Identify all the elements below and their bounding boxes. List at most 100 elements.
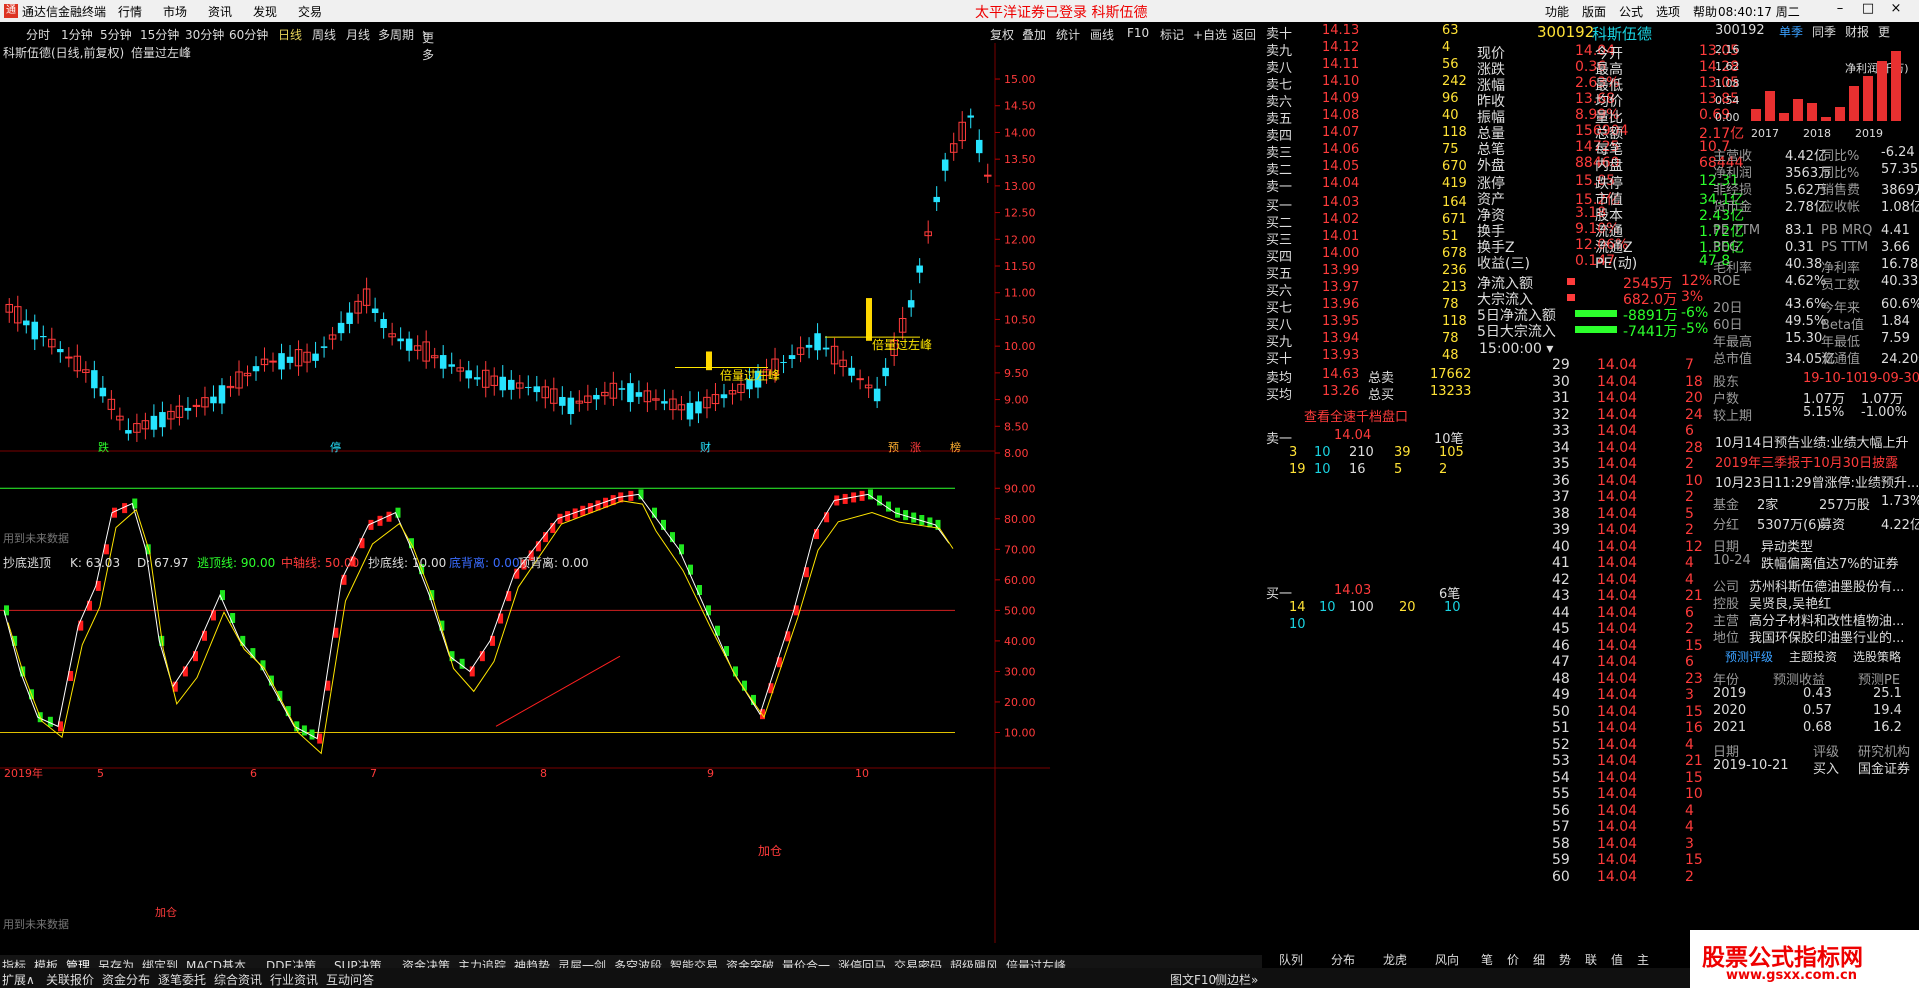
- side-tab[interactable]: 价: [1507, 951, 1519, 968]
- tick-row-cell: 14.04: [1597, 637, 1638, 654]
- close-icon[interactable]: ×: [1886, 1, 1906, 20]
- info-tab[interactable]: 扩展∧: [2, 971, 35, 988]
- period-fenshi[interactable]: 分时: [26, 26, 50, 43]
- menu-zixun[interactable]: 资讯: [208, 3, 232, 20]
- ask-row-cell: 14.07: [1322, 125, 1360, 140]
- btn-diejia[interactable]: 叠加: [1022, 26, 1046, 43]
- f10-tab[interactable]: 同季: [1812, 23, 1836, 40]
- price-tick-label: 14.50: [1004, 100, 1036, 113]
- side-tab[interactable]: 笔: [1481, 951, 1493, 968]
- side-tab[interactable]: 细: [1533, 951, 1545, 968]
- kd-bar: [688, 564, 693, 575]
- forecast-tab[interactable]: 预测评级: [1725, 648, 1773, 665]
- f10-tab-bottom[interactable]: 图文F10: [1170, 971, 1216, 988]
- ask-row: 卖十 14.13 63: [1264, 23, 1475, 42]
- f10-news: 10月23日11:29曾涨停:业绩预升...: [1715, 476, 1919, 491]
- info-tab[interactable]: 资金分布: [102, 971, 150, 988]
- flow-pct: -6%: [1681, 305, 1709, 321]
- candle-body: [99, 387, 107, 397]
- tick-row-cell: 53: [1552, 753, 1570, 769]
- candle-body: [286, 356, 294, 363]
- period-60min[interactable]: 60分钟: [229, 26, 268, 43]
- ask-row-cell: 14.10: [1322, 74, 1360, 89]
- forecast-tab[interactable]: 选股策略: [1853, 648, 1901, 665]
- menu-formula[interactable]: 公式: [1619, 3, 1643, 20]
- btn-huaxian[interactable]: 画线: [1090, 26, 1114, 43]
- side-tab[interactable]: 势: [1559, 951, 1571, 968]
- info-tab[interactable]: 互动问答: [326, 971, 374, 988]
- period-multi[interactable]: 多周期: [378, 26, 414, 43]
- forecast-head: 年份 预测收益 预测PE: [1713, 669, 1919, 688]
- mini-bar: [1807, 103, 1817, 121]
- candle-body: [210, 396, 217, 404]
- tick-row: 41 14.04 4: [1477, 555, 1711, 573]
- k-line: [3, 493, 950, 740]
- forecast-tab[interactable]: 主题投资: [1789, 648, 1837, 665]
- candle-body: [337, 322, 345, 334]
- maximize-icon[interactable]: □: [1858, 1, 1878, 20]
- forecast-row: 2019 0.43 25.1: [1713, 686, 1919, 704]
- menu-function[interactable]: 功能: [1545, 3, 1569, 20]
- period-30min[interactable]: 30分钟: [185, 26, 224, 43]
- f10-tab[interactable]: 财报: [1845, 23, 1869, 40]
- candle-body: [397, 338, 404, 342]
- menu-faxian[interactable]: 发现: [253, 3, 277, 20]
- side-tab[interactable]: 主: [1637, 951, 1649, 968]
- mini-bar: [1751, 109, 1761, 121]
- panel-tab[interactable]: 风向: [1435, 951, 1459, 968]
- indicator-header: 抄底逃顶 K: 63.03 D: 67.97 逃顶线: 90.00 中轴线: 5…: [3, 555, 589, 570]
- tick-row-cell: 32: [1552, 406, 1570, 423]
- f10-tab[interactable]: 单季: [1779, 23, 1803, 40]
- f10-fin-row-cell: 货币金: [1713, 200, 1753, 215]
- ind-tick-label: 20.00: [1004, 696, 1036, 709]
- f10-tab[interactable]: 更: [1878, 23, 1890, 40]
- period-weekly[interactable]: 周线: [312, 26, 336, 43]
- period-daily[interactable]: 日线: [278, 26, 302, 43]
- btn-zixuan[interactable]: +自选: [1193, 26, 1227, 43]
- avg-row-cell: 13.26: [1322, 384, 1360, 399]
- period-1min[interactable]: 1分钟: [61, 26, 93, 43]
- btn-fuquan[interactable]: 复权: [990, 26, 1014, 43]
- tick-row: 42 14.04 4: [1477, 572, 1711, 590]
- menu-layout[interactable]: 版面: [1582, 3, 1606, 20]
- btn-f10[interactable]: F10: [1127, 26, 1149, 40]
- minimize-icon[interactable]: –: [1830, 1, 1850, 20]
- btn-back[interactable]: 返回: [1232, 26, 1256, 43]
- info-tab[interactable]: 行业资讯: [270, 971, 318, 988]
- btn-biaoji[interactable]: 标记: [1160, 26, 1184, 43]
- period-15min[interactable]: 15分钟: [140, 26, 179, 43]
- tick-row: 57 14.04 4: [1477, 819, 1711, 837]
- add-position-label: 加仓: [758, 844, 782, 858]
- period-monthly[interactable]: 月线: [346, 26, 370, 43]
- menu-jiaoyi[interactable]: 交易: [298, 3, 322, 20]
- bid-row: 买九 13.94 78: [1264, 331, 1475, 350]
- tick-row-cell: 34: [1552, 439, 1570, 456]
- tick-row-cell: 14.04: [1597, 769, 1638, 786]
- menu-options[interactable]: 选项: [1656, 3, 1680, 20]
- tick-row: 35 14.04 2: [1477, 456, 1711, 474]
- f10-fin-row: 货币金 2.78亿 应收帐 1.08亿: [1713, 196, 1919, 215]
- full-depth-link[interactable]: 查看全速千档盘口: [1304, 406, 1408, 425]
- info-tab[interactable]: 综合资讯: [214, 971, 262, 988]
- kd-bar: [715, 625, 720, 636]
- kline-chart[interactable]: 科斯伍德(日线,前复权) 倍量过左峰 用到未来数据 15.00 14.50 14.0…: [0, 43, 1262, 943]
- side-tab[interactable]: 值: [1611, 951, 1623, 968]
- menu-help[interactable]: 帮助: [1693, 3, 1717, 20]
- mini-year: 2019: [1855, 127, 1883, 140]
- info-tab[interactable]: 关联报价: [46, 971, 94, 988]
- sidebar-toggle[interactable]: 侧边栏»: [1215, 971, 1258, 988]
- period-more[interactable]: 更多 ›: [422, 26, 434, 62]
- panel-tab[interactable]: 队列: [1279, 951, 1303, 968]
- f10-fin-row-cell: 应收帐: [1821, 200, 1861, 215]
- side-tab[interactable]: 联: [1585, 951, 1597, 968]
- btn-tongji[interactable]: 统计: [1056, 26, 1080, 43]
- candle-body: [159, 412, 166, 428]
- panel-tab[interactable]: 龙虎: [1383, 951, 1407, 968]
- ask-row-cell: 14.04: [1322, 176, 1360, 191]
- info-tab[interactable]: 逐笔委托: [158, 971, 206, 988]
- candle-body: [882, 367, 889, 377]
- panel-tab[interactable]: 分布: [1331, 951, 1355, 968]
- period-5min[interactable]: 5分钟: [100, 26, 132, 43]
- menu-hangqing[interactable]: 行情: [118, 3, 142, 20]
- menu-shichang[interactable]: 市场: [163, 3, 187, 20]
